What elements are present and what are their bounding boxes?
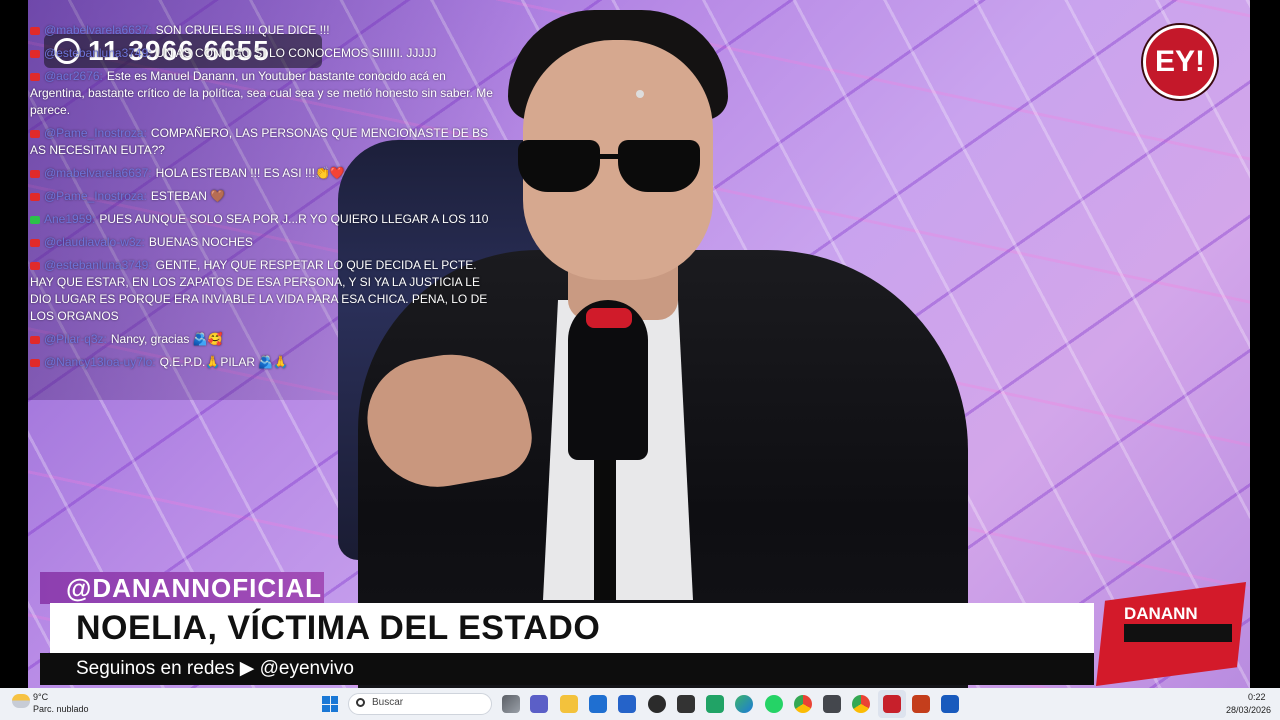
- chat-username: Ane1959:: [44, 212, 96, 226]
- clock-time[interactable]: 0:22: [1248, 692, 1266, 702]
- chat-text: UN AS CONTIGO SI LO CONOCEMOS SIIIIII. J…: [155, 46, 437, 60]
- chat-username: @Nancy13loa-uy7lo:: [44, 355, 156, 369]
- chat-username: @claudiavalo-w3z:: [44, 235, 145, 249]
- chat-message: @mabelvarela6637: HOLA ESTEBAN !!! ES ASI…: [30, 165, 500, 182]
- weather-description[interactable]: Parc. nublado: [33, 704, 89, 714]
- chat-message: @Pame_Inostroza: ESTEBAN 🤎: [30, 188, 500, 205]
- chat-message: @acr2676: Este es Manuel Danann, un Youtu…: [30, 68, 500, 119]
- chat-message: Ane1959: PUES AUNQUE SOLO SEA POR J...R Y…: [30, 211, 500, 228]
- earring: [636, 90, 644, 98]
- chat-text: BUENAS NOCHES: [148, 235, 253, 249]
- mail-icon[interactable]: [618, 695, 636, 713]
- chat-text: Q.E.P.D.🙏PILAR 🫂🙏: [159, 355, 289, 369]
- task-view-icon[interactable]: [502, 695, 520, 713]
- youtube-icon: [30, 358, 40, 367]
- subline-text: Seguinos en redes ▶ @eyenvivo: [76, 658, 354, 679]
- chrome-icon[interactable]: [794, 695, 812, 713]
- chat-username: @estebanluna3749:: [44, 46, 152, 60]
- chrome-profile-icon[interactable]: [852, 695, 870, 713]
- chat-username: @Pame_Inostroza:: [44, 189, 147, 203]
- chat-message: @mabelvarela6637: SON CRUELES !!! QUE DIC…: [30, 22, 500, 39]
- chat-text: HOLA ESTEBAN !!! ES ASI !!!👏❤️: [155, 166, 345, 180]
- start-icon[interactable]: [322, 696, 338, 712]
- social-handle: @DANANNOFICIAL: [66, 573, 322, 603]
- taskbar-search-input[interactable]: [348, 693, 492, 715]
- channel-logo: EY!: [1143, 25, 1217, 99]
- weather-temperature[interactable]: 9°C: [33, 692, 48, 702]
- weather-icon[interactable]: [12, 694, 30, 708]
- spreadsheet-icon[interactable]: [706, 695, 724, 713]
- youtube-icon: [30, 49, 40, 58]
- mic-arm: [594, 450, 616, 600]
- chat-text: ESTEBAN 🤎: [150, 189, 226, 203]
- chat-message: @claudiavalo-w3z: BUENAS NOCHES: [30, 234, 500, 251]
- chat-message: @Pame_Inostroza: COMPAÑERO, LAS PERSONAS …: [30, 125, 500, 159]
- store-icon[interactable]: [589, 695, 607, 713]
- chat-message: @estebanluna3749: UN AS CONTIGO SI LO CON…: [30, 45, 500, 62]
- powerpoint-icon[interactable]: [912, 695, 930, 713]
- chat-message: @estebanluna3749: GENTE, HAY QUE RESPETAR…: [30, 257, 500, 325]
- mic-flag: [586, 308, 632, 328]
- clock-date[interactable]: 28/03/2026: [1226, 705, 1271, 715]
- live-chat-overlay: @mabelvarela6637: SON CRUELES !!! QUE DIC…: [30, 22, 500, 377]
- show-logo-subtitle: [1124, 624, 1232, 642]
- chat-username: @Pame_Inostroza:: [44, 126, 147, 140]
- kick-icon: [30, 215, 40, 224]
- youtube-icon: [30, 238, 40, 247]
- youtube-icon: [30, 129, 40, 138]
- video-app-icon[interactable]: [883, 695, 901, 713]
- youtube-icon: [30, 169, 40, 178]
- taskbar: [0, 688, 1280, 720]
- chat-message: @Nancy13loa-uy7lo: Q.E.P.D.🙏PILAR 🫂🙏: [30, 354, 500, 371]
- search-icon: [356, 698, 365, 707]
- youtube-icon: [30, 72, 40, 81]
- chat-text: PUES AUNQUE SOLO SEA POR J...R YO QUIERO…: [99, 212, 489, 226]
- vpn-icon[interactable]: [823, 695, 841, 713]
- chat-username: @estebanluna3749:: [44, 258, 152, 272]
- chat-username: @mabelvarela6637:: [44, 23, 152, 37]
- word-icon[interactable]: [941, 695, 959, 713]
- youtube-icon: [30, 335, 40, 344]
- show-logo-text: DANANN: [1124, 604, 1198, 623]
- edge-icon[interactable]: [735, 695, 753, 713]
- youtube-icon: [30, 261, 40, 270]
- app-icon[interactable]: [677, 695, 695, 713]
- whatsapp-icon[interactable]: [765, 695, 783, 713]
- sunglasses: [518, 140, 703, 195]
- chat-username: @mabelvarela6637:: [44, 166, 152, 180]
- chat-message: @Pilar-q3z: Nancy, gracias 🫂🥰: [30, 331, 500, 348]
- chat-username: @acr2676:: [44, 69, 103, 83]
- youtube-icon: [30, 192, 40, 201]
- chat-text: Nancy, gracias 🫂🥰: [110, 332, 223, 346]
- youtube-icon: [30, 26, 40, 35]
- headline-text: NOELIA, VÍCTIMA DEL ESTADO: [76, 609, 601, 647]
- chatgpt-icon[interactable]: [648, 695, 666, 713]
- teams-icon[interactable]: [530, 695, 548, 713]
- file-explorer-icon[interactable]: [560, 695, 578, 713]
- chat-text: SON CRUELES !!! QUE DICE !!!: [155, 23, 330, 37]
- chat-username: @Pilar-q3z:: [44, 332, 107, 346]
- search-placeholder: Buscar: [372, 697, 404, 708]
